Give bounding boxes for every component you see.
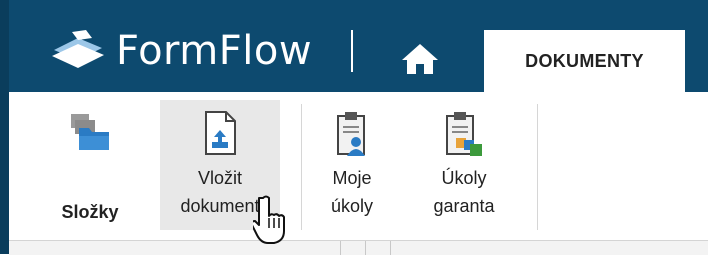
bottom-separator xyxy=(390,241,391,255)
home-button[interactable] xyxy=(388,30,458,90)
bottom-separator xyxy=(340,241,341,255)
ribbon-bottom-bar xyxy=(9,240,708,255)
formflow-logo-icon xyxy=(52,30,104,68)
insert-document-label: Vložit dokument xyxy=(180,168,260,216)
guarantor-tasks-label: Úkoly garanta xyxy=(433,168,495,216)
insert-document-icon xyxy=(205,111,236,155)
app-window: FormFlow DOKUMENTY Složky Vložit dokumen… xyxy=(0,0,708,255)
home-icon xyxy=(402,44,438,74)
app-logo[interactable]: FormFlow xyxy=(48,28,338,74)
folders-button[interactable]: Složky xyxy=(40,100,140,230)
clipboard-user-icon xyxy=(337,112,365,156)
left-edge xyxy=(0,0,9,254)
clipboard-group-icon xyxy=(446,112,482,156)
my-tasks-label: Moje úkoly xyxy=(330,168,374,216)
bottom-separator xyxy=(365,241,366,255)
ribbon-separator xyxy=(537,104,538,230)
folders-label: Složky xyxy=(61,202,119,222)
header-divider xyxy=(351,30,353,72)
tab-dokumenty[interactable]: DOKUMENTY xyxy=(484,30,685,92)
top-header: FormFlow DOKUMENTY xyxy=(0,0,708,92)
folders-icon xyxy=(71,114,109,150)
brand-name: FormFlow xyxy=(116,28,313,74)
my-tasks-button[interactable]: Moje úkoly xyxy=(312,100,392,230)
guarantor-tasks-button[interactable]: Úkoly garanta xyxy=(420,100,508,230)
ribbon-separator xyxy=(301,104,302,230)
hand-pointer-icon xyxy=(253,195,285,244)
